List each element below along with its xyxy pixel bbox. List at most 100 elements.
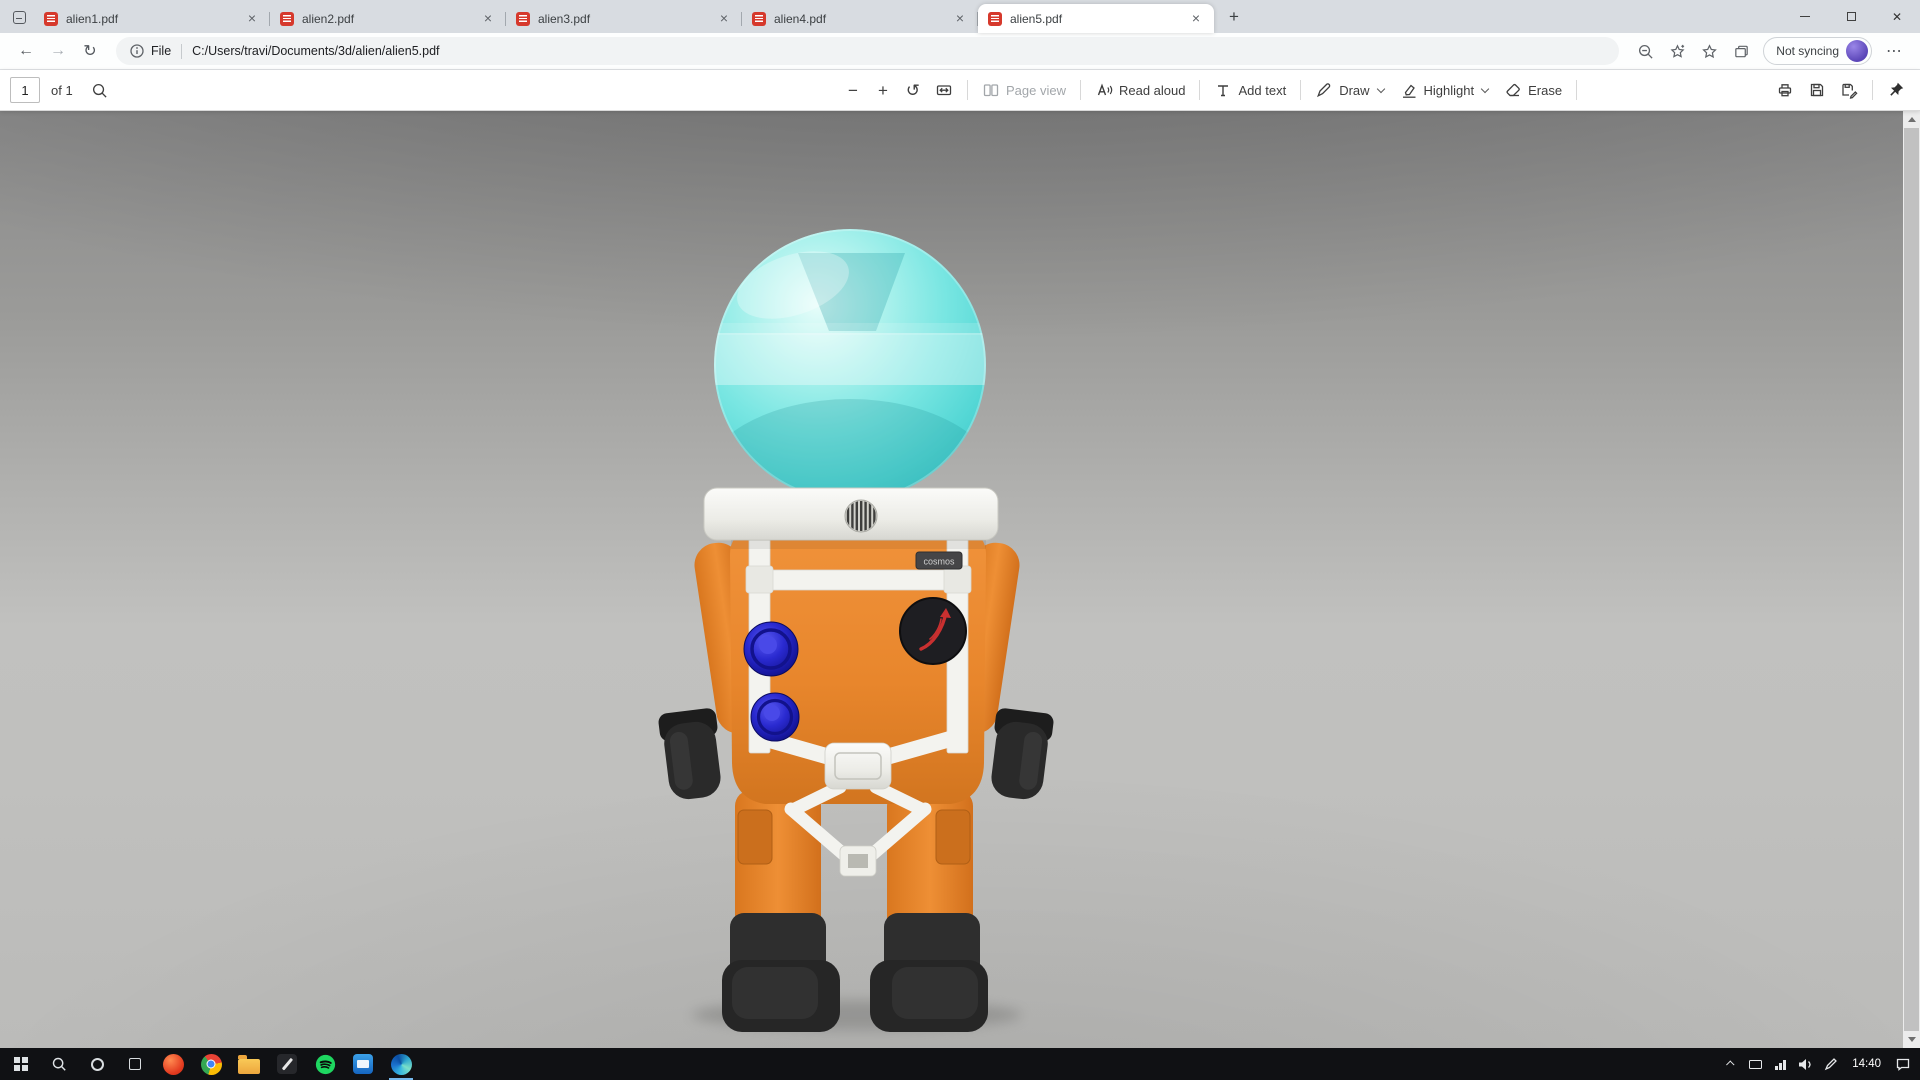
chevron-down-icon[interactable]: [1481, 84, 1489, 92]
pdf-search-button[interactable]: [84, 74, 115, 106]
volume-icon: [1798, 1058, 1813, 1071]
tab-actions-button[interactable]: [4, 3, 34, 31]
pen-app-icon: [277, 1054, 297, 1074]
chrome-icon: [201, 1054, 222, 1075]
minimize-button[interactable]: [1782, 0, 1828, 33]
show-hidden-icons-button[interactable]: [1723, 1048, 1738, 1080]
zoom-out-button[interactable]: −: [838, 74, 868, 106]
search-icon: [91, 82, 108, 99]
right-boot: [870, 913, 988, 1032]
collar-grille: [845, 500, 877, 532]
chevron-down-icon[interactable]: [1376, 84, 1384, 92]
page-view-button[interactable]: Page view: [975, 74, 1073, 106]
tab-alien4[interactable]: alien4.pdf ×: [742, 4, 978, 33]
tab-close-icon[interactable]: ×: [244, 11, 260, 27]
edge-app-button[interactable]: [382, 1048, 420, 1080]
tab-strip: alien1.pdf × alien2.pdf × alien3.pdf × a…: [0, 0, 1920, 33]
vertical-scrollbar[interactable]: [1903, 111, 1920, 1048]
erase-label: Erase: [1528, 83, 1562, 98]
mail-app-icon: [353, 1054, 373, 1074]
volume-button[interactable]: [1798, 1048, 1813, 1080]
battery-button[interactable]: [1748, 1048, 1763, 1080]
fit-to-width-icon: [935, 81, 953, 99]
tab-alien1[interactable]: alien1.pdf ×: [34, 4, 270, 33]
pen-app-button[interactable]: [268, 1048, 306, 1080]
pdf-favicon: [516, 12, 530, 26]
add-favorite-icon[interactable]: [1661, 37, 1693, 65]
tab-alien3[interactable]: alien3.pdf ×: [506, 4, 742, 33]
window-controls: ✕: [1782, 0, 1920, 33]
zoom-out-icon[interactable]: [1629, 37, 1661, 65]
chrome-app-button[interactable]: [192, 1048, 230, 1080]
info-icon: [130, 44, 144, 58]
pdf-viewer-canvas[interactable]: cosmos: [0, 111, 1920, 1048]
settings-menu-button[interactable]: ⋯: [1878, 41, 1910, 61]
page-number-input[interactable]: [10, 77, 40, 103]
edge-icon: [391, 1054, 412, 1075]
back-button[interactable]: ←: [10, 42, 42, 60]
print-button[interactable]: [1769, 74, 1801, 106]
clock[interactable]: 14:40: [1848, 1058, 1885, 1070]
toolbar-separator: [967, 80, 968, 100]
favorites-icon[interactable]: [1693, 37, 1725, 65]
file-explorer-button[interactable]: [230, 1048, 268, 1080]
pin-toolbar-button[interactable]: [1880, 74, 1912, 106]
draw-button[interactable]: Draw: [1308, 74, 1392, 106]
profile-avatar: [1846, 40, 1868, 62]
zoom-in-button[interactable]: +: [868, 74, 898, 106]
toolbar-separator: [1080, 80, 1081, 100]
rotate-button[interactable]: ↺: [898, 74, 928, 106]
tab-close-icon[interactable]: ×: [716, 11, 732, 27]
erase-button[interactable]: Erase: [1497, 74, 1569, 106]
right-leg-pocket: [936, 810, 970, 864]
fit-to-width-button[interactable]: [928, 74, 960, 106]
forward-button[interactable]: →: [42, 42, 74, 60]
refresh-button[interactable]: ↻: [74, 41, 106, 61]
pen-input-button[interactable]: [1823, 1048, 1838, 1080]
start-button[interactable]: [2, 1048, 40, 1080]
tab-alien5-active[interactable]: alien5.pdf ×: [978, 4, 1214, 33]
restore-icon: [1847, 12, 1856, 21]
tab-close-icon[interactable]: ×: [952, 11, 968, 27]
browser-app-button[interactable]: [154, 1048, 192, 1080]
highlight-label: Highlight: [1424, 83, 1475, 98]
spotify-app-button[interactable]: [306, 1048, 344, 1080]
left-glove: [657, 707, 725, 801]
right-glove: [986, 707, 1054, 801]
address-text: C:/Users/travi/Documents/3d/alien/alien5…: [192, 44, 439, 58]
network-button[interactable]: [1773, 1048, 1788, 1080]
highlight-button[interactable]: Highlight: [1393, 74, 1498, 106]
network-signal-icon: [1775, 1059, 1786, 1070]
toolbar-separator: [1872, 80, 1873, 100]
down-arrow-icon: [1908, 1037, 1916, 1042]
taskbar-search-button[interactable]: [40, 1048, 78, 1080]
file-protocol-label: File: [151, 44, 171, 58]
scroll-down-button[interactable]: [1903, 1031, 1920, 1048]
task-view-button[interactable]: [116, 1048, 154, 1080]
folder-icon: [238, 1059, 260, 1074]
read-aloud-button[interactable]: Read aloud: [1088, 74, 1193, 106]
restore-button[interactable]: [1828, 0, 1874, 33]
address-bar[interactable]: File C:/Users/travi/Documents/3d/alien/a…: [116, 37, 1619, 65]
save-as-button[interactable]: [1833, 74, 1865, 106]
page-view-label: Page view: [1006, 83, 1066, 98]
plus-icon: +: [878, 82, 888, 99]
mission-badge: [900, 598, 966, 664]
pdf-favicon: [752, 12, 766, 26]
add-text-button[interactable]: Add text: [1207, 74, 1293, 106]
close-window-button[interactable]: ✕: [1874, 0, 1920, 33]
mail-app-button[interactable]: [344, 1048, 382, 1080]
scrollbar-thumb[interactable]: [1904, 128, 1919, 1031]
collections-icon[interactable]: [1725, 37, 1757, 65]
tab-alien2[interactable]: alien2.pdf ×: [270, 4, 506, 33]
scroll-up-button[interactable]: [1903, 111, 1920, 128]
tab-close-icon[interactable]: ×: [1188, 11, 1204, 27]
address-divider: [181, 44, 182, 59]
save-button[interactable]: [1801, 74, 1833, 106]
action-center-button[interactable]: [1895, 1048, 1910, 1080]
tab-title: alien3.pdf: [538, 12, 708, 26]
tab-close-icon[interactable]: ×: [480, 11, 496, 27]
cortana-button[interactable]: [78, 1048, 116, 1080]
new-tab-button[interactable]: +: [1220, 3, 1248, 31]
profile-button[interactable]: Not syncing: [1763, 37, 1872, 65]
